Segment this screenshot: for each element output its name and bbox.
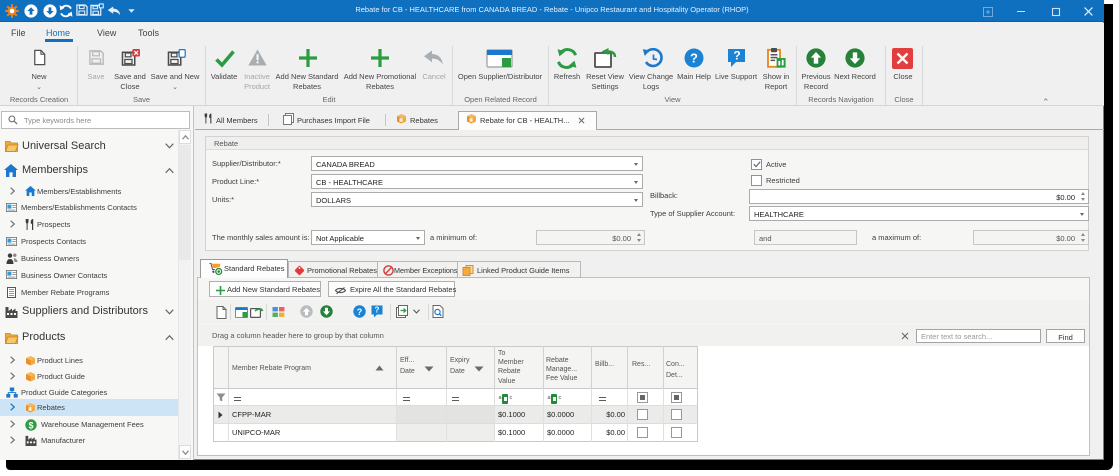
svg-text:?: ?	[690, 51, 698, 66]
svg-text:?: ?	[375, 306, 380, 315]
svg-text:?: ?	[357, 307, 363, 317]
svg-text:?: ?	[733, 49, 740, 63]
svg-text:$: $	[28, 420, 33, 430]
